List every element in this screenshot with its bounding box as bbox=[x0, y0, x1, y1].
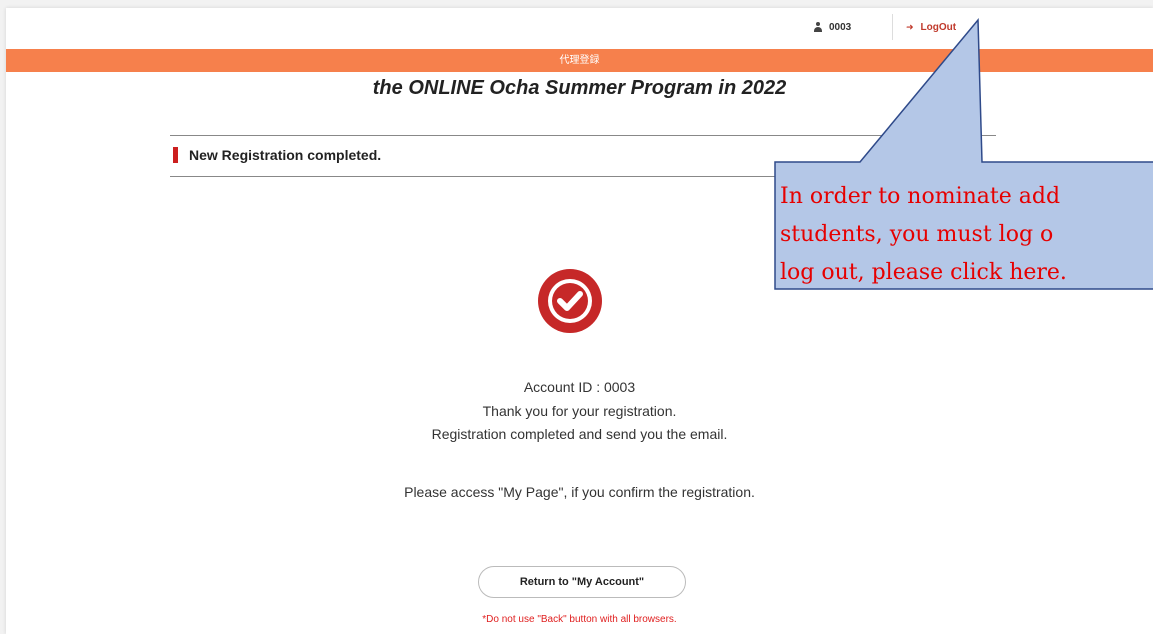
thanks-line: Thank you for your registration. bbox=[482, 403, 677, 419]
section-header: New Registration completed. bbox=[170, 135, 996, 177]
callout-line-3: log out, please click here. bbox=[780, 260, 1067, 285]
back-button-warning: *Do not use "Back" button with all brows… bbox=[482, 614, 677, 625]
account-id: 0003 bbox=[829, 21, 852, 33]
top-bar: 0003 ➜ LogOut bbox=[6, 8, 1153, 48]
account-id-line: Account ID : 0003 bbox=[523, 379, 636, 395]
mypage-instruction: Please access "My Page", if you confirm … bbox=[404, 484, 755, 500]
callout-line-1: In order to nominate add bbox=[780, 184, 1061, 209]
email-sent-line: Registration completed and send you the … bbox=[431, 426, 728, 442]
banner-label: 代理登録 bbox=[559, 55, 600, 66]
callout-line-2: students, you must log o bbox=[780, 222, 1054, 247]
user-icon bbox=[813, 22, 823, 32]
logout-link[interactable]: ➜ LogOut bbox=[906, 16, 956, 38]
topbar-divider bbox=[892, 14, 893, 40]
banner: 代理登録 bbox=[6, 49, 1153, 72]
logout-icon: ➜ bbox=[906, 21, 914, 32]
account-indicator: 0003 bbox=[813, 16, 851, 38]
callout-text: In order to nominate add students, you m… bbox=[780, 178, 1153, 292]
page: 0003 ➜ LogOut 代理登録 the ONLINE Ocha Summe… bbox=[6, 8, 1153, 634]
return-to-my-account-button[interactable]: Return to "My Account" bbox=[478, 566, 686, 598]
section-marker bbox=[173, 147, 178, 163]
section-title: New Registration completed. bbox=[189, 147, 382, 163]
check-circle-icon bbox=[538, 269, 602, 333]
page-title: the ONLINE Ocha Summer Program in 2022 bbox=[372, 77, 787, 99]
logout-label: LogOut bbox=[920, 21, 957, 33]
